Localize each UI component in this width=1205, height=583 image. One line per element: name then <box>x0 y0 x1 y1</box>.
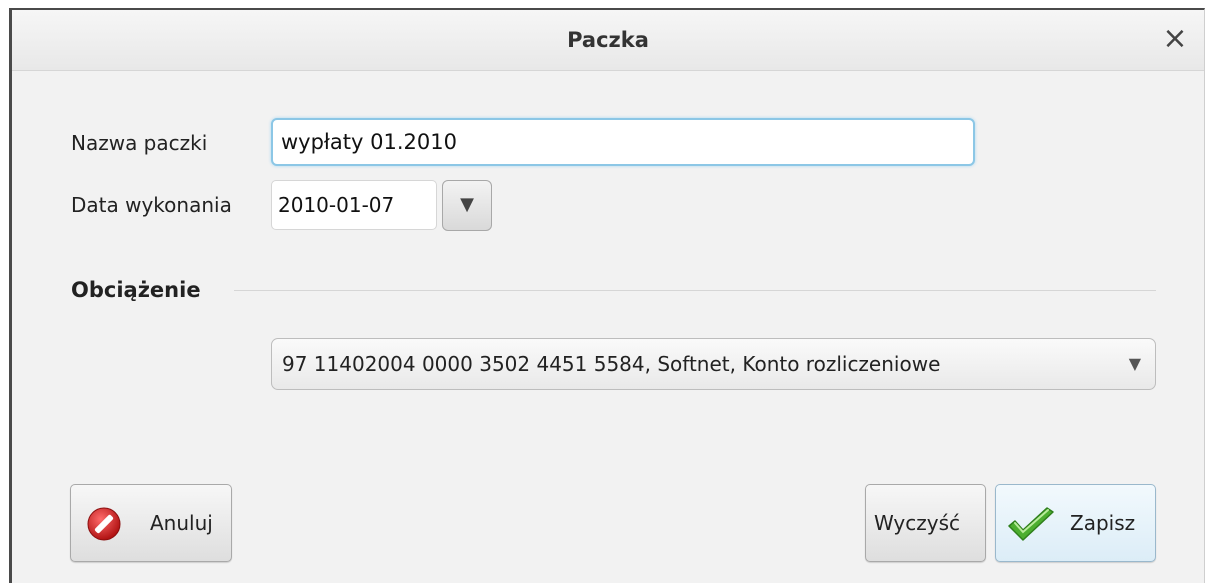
cancel-button[interactable]: Anuluj <box>70 484 232 562</box>
save-button-label: Zapisz <box>1070 511 1136 535</box>
clear-button[interactable]: Wyczyść <box>865 484 986 562</box>
save-button[interactable]: Zapisz <box>995 484 1156 562</box>
date-input[interactable]: 2010-01-07 <box>271 180 437 230</box>
account-select-value: 97 11402004 0000 3502 4451 5584, Softnet… <box>282 352 941 376</box>
cancel-button-label: Anuluj <box>150 511 213 535</box>
dialog-window: Paczka × Nazwa paczki wypłaty 01.2010 Da… <box>9 8 1205 583</box>
name-input[interactable]: wypłaty 01.2010 <box>271 118 975 166</box>
no-entry-icon <box>87 507 121 541</box>
close-icon[interactable]: × <box>1160 24 1190 54</box>
account-select[interactable]: 97 11402004 0000 3502 4451 5584, Softnet… <box>271 338 1156 390</box>
chevron-down-icon: ▼ <box>1128 354 1141 373</box>
triangle-down-icon: ▼ <box>460 194 474 215</box>
name-label: Nazwa paczki <box>71 131 208 155</box>
dialog-titlebar: Paczka × <box>12 10 1204 71</box>
section-title: Obciążenie <box>71 278 201 302</box>
date-label: Data wykonania <box>71 193 232 217</box>
clear-button-label: Wyczyść <box>874 511 961 535</box>
date-picker-button[interactable]: ▼ <box>442 180 492 231</box>
checkmark-icon <box>1008 507 1054 541</box>
section-divider <box>234 290 1156 291</box>
dialog-title: Paczka <box>567 28 649 52</box>
